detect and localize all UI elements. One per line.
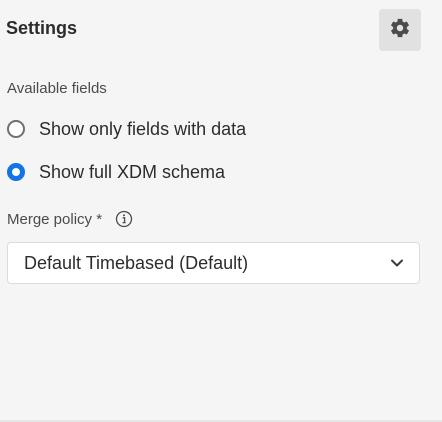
gear-icon — [389, 17, 411, 44]
radio-show-only-fields-with-data[interactable]: Show only fields with data — [7, 119, 246, 139]
panel-title: Settings — [6, 18, 78, 38]
radio-label: Show only fields with data — [39, 119, 247, 139]
merge-policy-label-row: Merge policy * — [7, 210, 133, 228]
merge-policy-dropdown[interactable]: Default Timebased (Default) — [7, 242, 420, 284]
settings-button[interactable] — [379, 9, 421, 51]
radio-button-unselected[interactable] — [7, 120, 25, 138]
radio-show-full-xdm-schema[interactable]: Show full XDM schema — [7, 162, 225, 182]
info-icon[interactable] — [115, 210, 133, 228]
radio-label: Show full XDM schema — [39, 162, 226, 182]
merge-policy-selected-value: Default Timebased (Default) — [24, 252, 249, 273]
available-fields-label: Available fields — [7, 80, 107, 97]
chevron-down-icon — [389, 255, 405, 271]
settings-panel: Settings Available fields Show only fiel… — [0, 0, 442, 422]
radio-button-selected[interactable] — [7, 163, 25, 181]
merge-policy-label: Merge policy * — [7, 210, 103, 228]
